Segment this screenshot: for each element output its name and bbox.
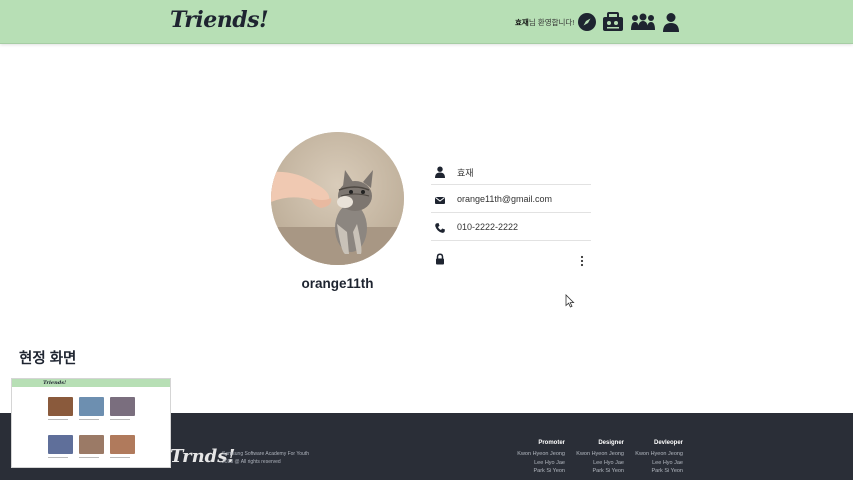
thumbnail-card — [110, 397, 135, 416]
welcome-suffix: 님 환영합니다! — [528, 18, 575, 27]
section-title: 현정 화면 — [19, 351, 77, 367]
footer-column-developer: Devleoper Kwon Hyeon Jeong Lee Hyo Jae P… — [635, 440, 683, 476]
screen-share-thumbnail[interactable]: Triends! — [11, 378, 171, 468]
footer-name: Kwon Hyeon Jeong — [576, 451, 624, 457]
footer-name: Lee Hyo Jae — [593, 459, 624, 466]
footer-copyright: 2023 @ All rights reserved — [222, 458, 281, 465]
thumbnail-logo: Triends! — [43, 380, 67, 386]
profile-username: orange11th — [301, 276, 374, 291]
user-icon[interactable] — [660, 11, 682, 33]
phone-value: 010-2222-2222 — [457, 222, 519, 232]
envelope-icon — [435, 197, 445, 204]
thumbnail-card — [79, 397, 104, 416]
thumbnail-card — [110, 435, 135, 454]
footer-name: Lee Hyo Jae — [534, 459, 565, 466]
more-options-icon[interactable] — [578, 255, 586, 267]
lock-icon — [436, 253, 444, 265]
thumbnail-line — [110, 457, 130, 458]
email-value: orange11th@gmail.com — [457, 194, 553, 204]
thumbnail-line — [48, 457, 68, 458]
footer-name: Park Si Yeon — [533, 468, 566, 475]
phone-field[interactable]: 010-2222-2222 — [431, 219, 591, 241]
thumbnail-line — [79, 419, 99, 420]
phone-icon — [435, 223, 445, 233]
thumbnail-header — [12, 379, 170, 387]
footer-org-info: Samsung Software Academy For Youth 2023 … — [222, 451, 309, 466]
top-navbar: Triends! 효재님 환영합니다! — [0, 0, 853, 44]
email-field[interactable]: orange11th@gmail.com — [431, 191, 591, 213]
welcome-name: 효재 — [515, 18, 529, 27]
thumbnail-line — [48, 419, 68, 420]
footer-org: Samsung Software Academy For Youth — [222, 451, 309, 457]
thumbnail-line — [110, 419, 130, 420]
thumbnail-card — [48, 397, 73, 416]
footer-name: Lee Hyo Jae — [652, 459, 683, 466]
footer-column-title: Designer — [598, 440, 624, 446]
map-board-icon[interactable] — [602, 11, 624, 33]
profile-avatar[interactable] — [271, 132, 404, 265]
footer-name: Park Si Yeon — [592, 468, 625, 475]
footer-column-promoter: Promoter Kwon Hyeon Jeong Lee Hyo Jae Pa… — [517, 440, 565, 476]
name-field[interactable]: 효재 — [431, 163, 591, 185]
thumbnail-card — [79, 435, 104, 454]
footer-column-designer: Designer Kwon Hyeon Jeong Lee Hyo Jae Pa… — [576, 440, 624, 476]
group-icon[interactable] — [630, 11, 656, 33]
footer-name: Kwon Hyeon Jeong — [635, 451, 683, 457]
password-field[interactable] — [431, 250, 591, 272]
person-icon — [435, 166, 445, 178]
welcome-message: 효재님 환영합니다! — [515, 17, 574, 28]
page: Triends! 효재님 환영합니다! orange11th 효재 orange… — [0, 0, 853, 480]
mouse-cursor-icon — [565, 294, 575, 308]
footer-column-title: Devleoper — [653, 440, 683, 446]
thumbnail-line — [79, 457, 99, 458]
thumbnail-card — [48, 435, 73, 454]
footer-name: Park Si Yeon — [651, 468, 684, 475]
name-value: 효재 — [457, 168, 474, 178]
compass-icon[interactable] — [576, 11, 598, 33]
footer-name: Kwon Hyeon Jeong — [517, 451, 565, 457]
footer-column-title: Promoter — [538, 440, 565, 446]
logo[interactable]: Triends! — [170, 7, 269, 33]
